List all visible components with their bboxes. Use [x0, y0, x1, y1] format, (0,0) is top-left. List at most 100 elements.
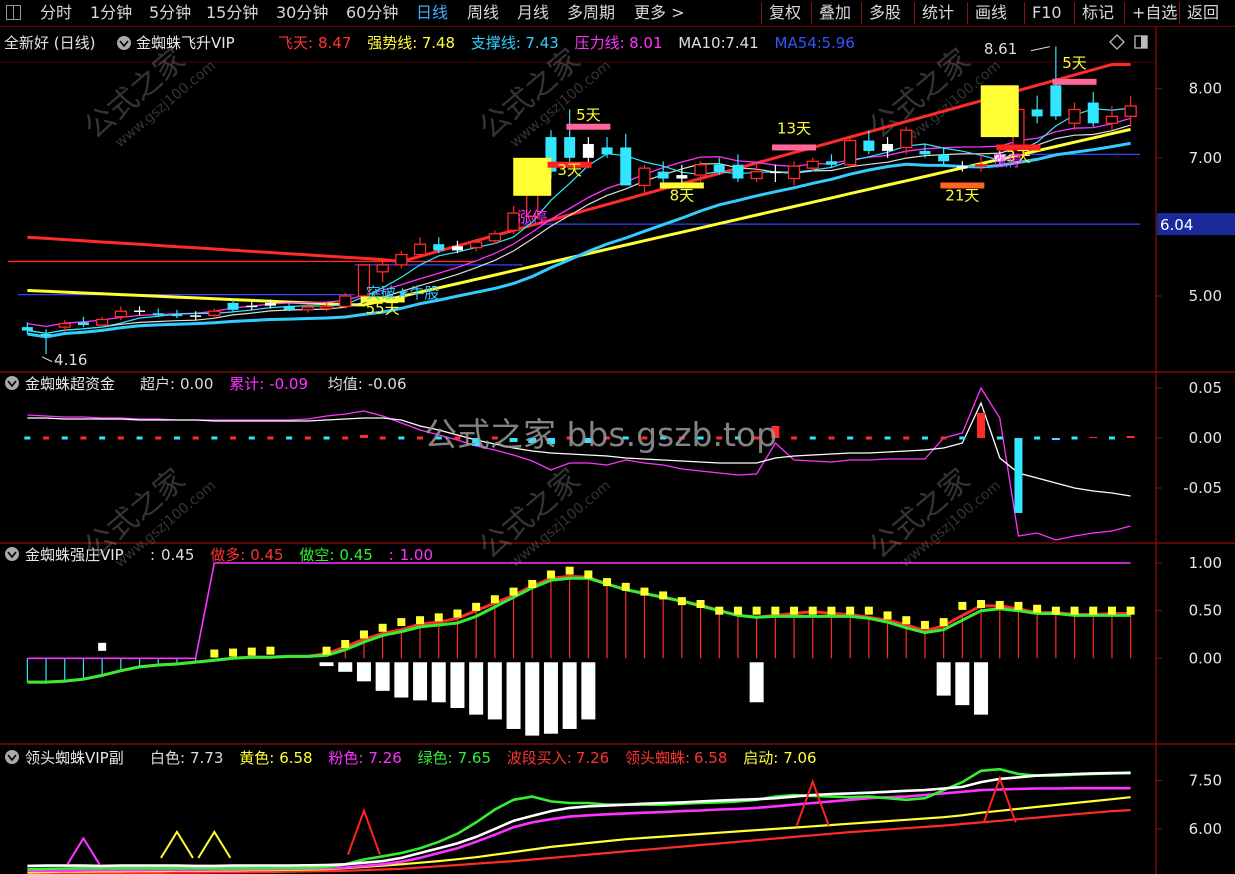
candle-body — [694, 164, 707, 176]
candle-41 — [787, 161, 801, 186]
fund-bar-47 — [903, 436, 910, 440]
y-tick-label: 7.00 — [1189, 149, 1222, 167]
header-value-1: 0.45 — [250, 546, 283, 564]
candle-body — [657, 171, 669, 179]
long-mark-40 — [771, 606, 780, 615]
marker-bar-0 — [566, 123, 611, 130]
long-mark-21 — [416, 616, 425, 625]
long-mark-57 — [1089, 606, 1098, 615]
candle-44 — [844, 137, 857, 169]
panel-maximize-icon[interactable] — [1134, 35, 1148, 49]
long-mark-25 — [490, 595, 499, 604]
header-value-2: 7.26 — [368, 749, 401, 767]
header-value-2: 0.45 — [339, 546, 372, 564]
price-tag: 6.04 — [1160, 216, 1193, 234]
indicator-dropdown-icon[interactable] — [117, 36, 131, 50]
leader-indicator-values: 白色: 7.73 黄色: 6.58 粉色: 7.26 绿色: 7.65 波段买入: 7.26 领头蜘… — [150, 749, 817, 767]
strength-indicator-values: :0.45 做多: 0.45 做空: 0.45:1.00 — [150, 546, 433, 564]
long-mark-52 — [995, 600, 1004, 609]
fund-indicator-name: 金蜘蛛超资金 — [25, 375, 115, 393]
day-annotation-3: 8天 — [670, 187, 695, 205]
candle-body — [246, 305, 258, 308]
ma10-line — [27, 124, 1131, 334]
fund-bar-51 — [977, 413, 986, 438]
y-tick-label: 6.00 — [1189, 820, 1222, 838]
candle-body — [900, 129, 913, 149]
candle-body — [1087, 102, 1099, 124]
candle-body — [638, 167, 651, 187]
day-annotation-1: 13天 — [777, 120, 811, 138]
fund-bar-41 — [791, 436, 798, 440]
fund-bar-16 — [323, 436, 330, 440]
leader-dropdown-icon[interactable] — [5, 750, 19, 764]
main-indicator-name: 金蜘蛛飞升VIP — [136, 34, 235, 52]
long-mark-12 — [247, 647, 256, 656]
fund-bar-6 — [136, 436, 143, 440]
fund-bar-43 — [828, 436, 835, 440]
short-bar-27 — [525, 662, 540, 736]
header-value-3: 7.65 — [458, 749, 491, 767]
long-mark-59 — [1126, 606, 1135, 615]
candle-body — [601, 147, 613, 155]
candle-33 — [638, 164, 651, 193]
short-bar-16 — [319, 662, 334, 667]
candle-body — [21, 327, 33, 331]
long-mark-24 — [472, 602, 481, 611]
long-mark-45 — [864, 606, 873, 615]
long-mark-41 — [790, 606, 799, 615]
candle-57 — [1087, 92, 1099, 127]
candle-19 — [376, 261, 389, 283]
marker-bar-1 — [772, 144, 817, 151]
candle-body — [40, 334, 52, 337]
long-mark-28 — [546, 570, 555, 579]
candle-body — [1050, 85, 1062, 117]
header-label-3: : — [389, 546, 394, 564]
fund-bar-15 — [304, 436, 311, 440]
candle-29 — [564, 109, 576, 165]
leader-indicator-name: 领头蜘蛛VIP副 — [25, 749, 124, 767]
candle-21 — [413, 237, 427, 258]
signal-text-0: 涨停 — [517, 208, 547, 226]
header-label-0: 飞天: — [278, 34, 313, 52]
candle-10 — [208, 308, 221, 319]
header-value-3: 1.00 — [400, 546, 433, 564]
long-mark-31 — [603, 578, 612, 587]
candle-body — [376, 264, 389, 273]
long-mark-44 — [846, 606, 855, 615]
candle-body — [938, 154, 950, 162]
fund-bar-12 — [248, 436, 255, 440]
long-mark-34 — [659, 591, 668, 600]
candle-body — [339, 295, 352, 308]
long-mark-10 — [210, 649, 219, 658]
y-tick-label: 0.05 — [1189, 379, 1222, 397]
fund-bar-56 — [1071, 436, 1078, 440]
candle-body — [264, 302, 276, 306]
candle-body — [882, 144, 894, 151]
header-label-2: 粉色: — [328, 749, 363, 767]
candle-56 — [1068, 102, 1081, 131]
day-annotation-6: 5天 — [1062, 54, 1087, 72]
long-mark-4 — [98, 642, 107, 651]
candle-body — [96, 318, 109, 326]
candle-38 — [732, 154, 744, 182]
candle-body — [433, 244, 445, 251]
short-bar-17 — [338, 662, 353, 672]
y-tick-label: 0.50 — [1189, 602, 1222, 620]
long-mark-30 — [584, 570, 593, 579]
fund-bar-48 — [921, 436, 928, 440]
header-label-1: 做多: — [210, 546, 245, 564]
header-value-0: 8.47 — [318, 34, 351, 52]
strength-dropdown-icon[interactable] — [5, 547, 19, 561]
long-mark-13 — [266, 646, 275, 655]
candle-40 — [769, 164, 781, 182]
header-label-0: 超户: — [140, 375, 175, 393]
header-value-5: 6.58 — [694, 749, 727, 767]
header-label-4: 波段买入: — [507, 749, 572, 767]
candle-body — [301, 306, 315, 311]
diamond-icon[interactable] — [1109, 34, 1125, 50]
candle-body — [114, 310, 127, 318]
fund-dropdown-icon[interactable] — [5, 376, 19, 390]
candle-body — [564, 137, 576, 158]
leader-magenta-line — [27, 786, 1131, 873]
long-mark-20 — [397, 618, 406, 627]
